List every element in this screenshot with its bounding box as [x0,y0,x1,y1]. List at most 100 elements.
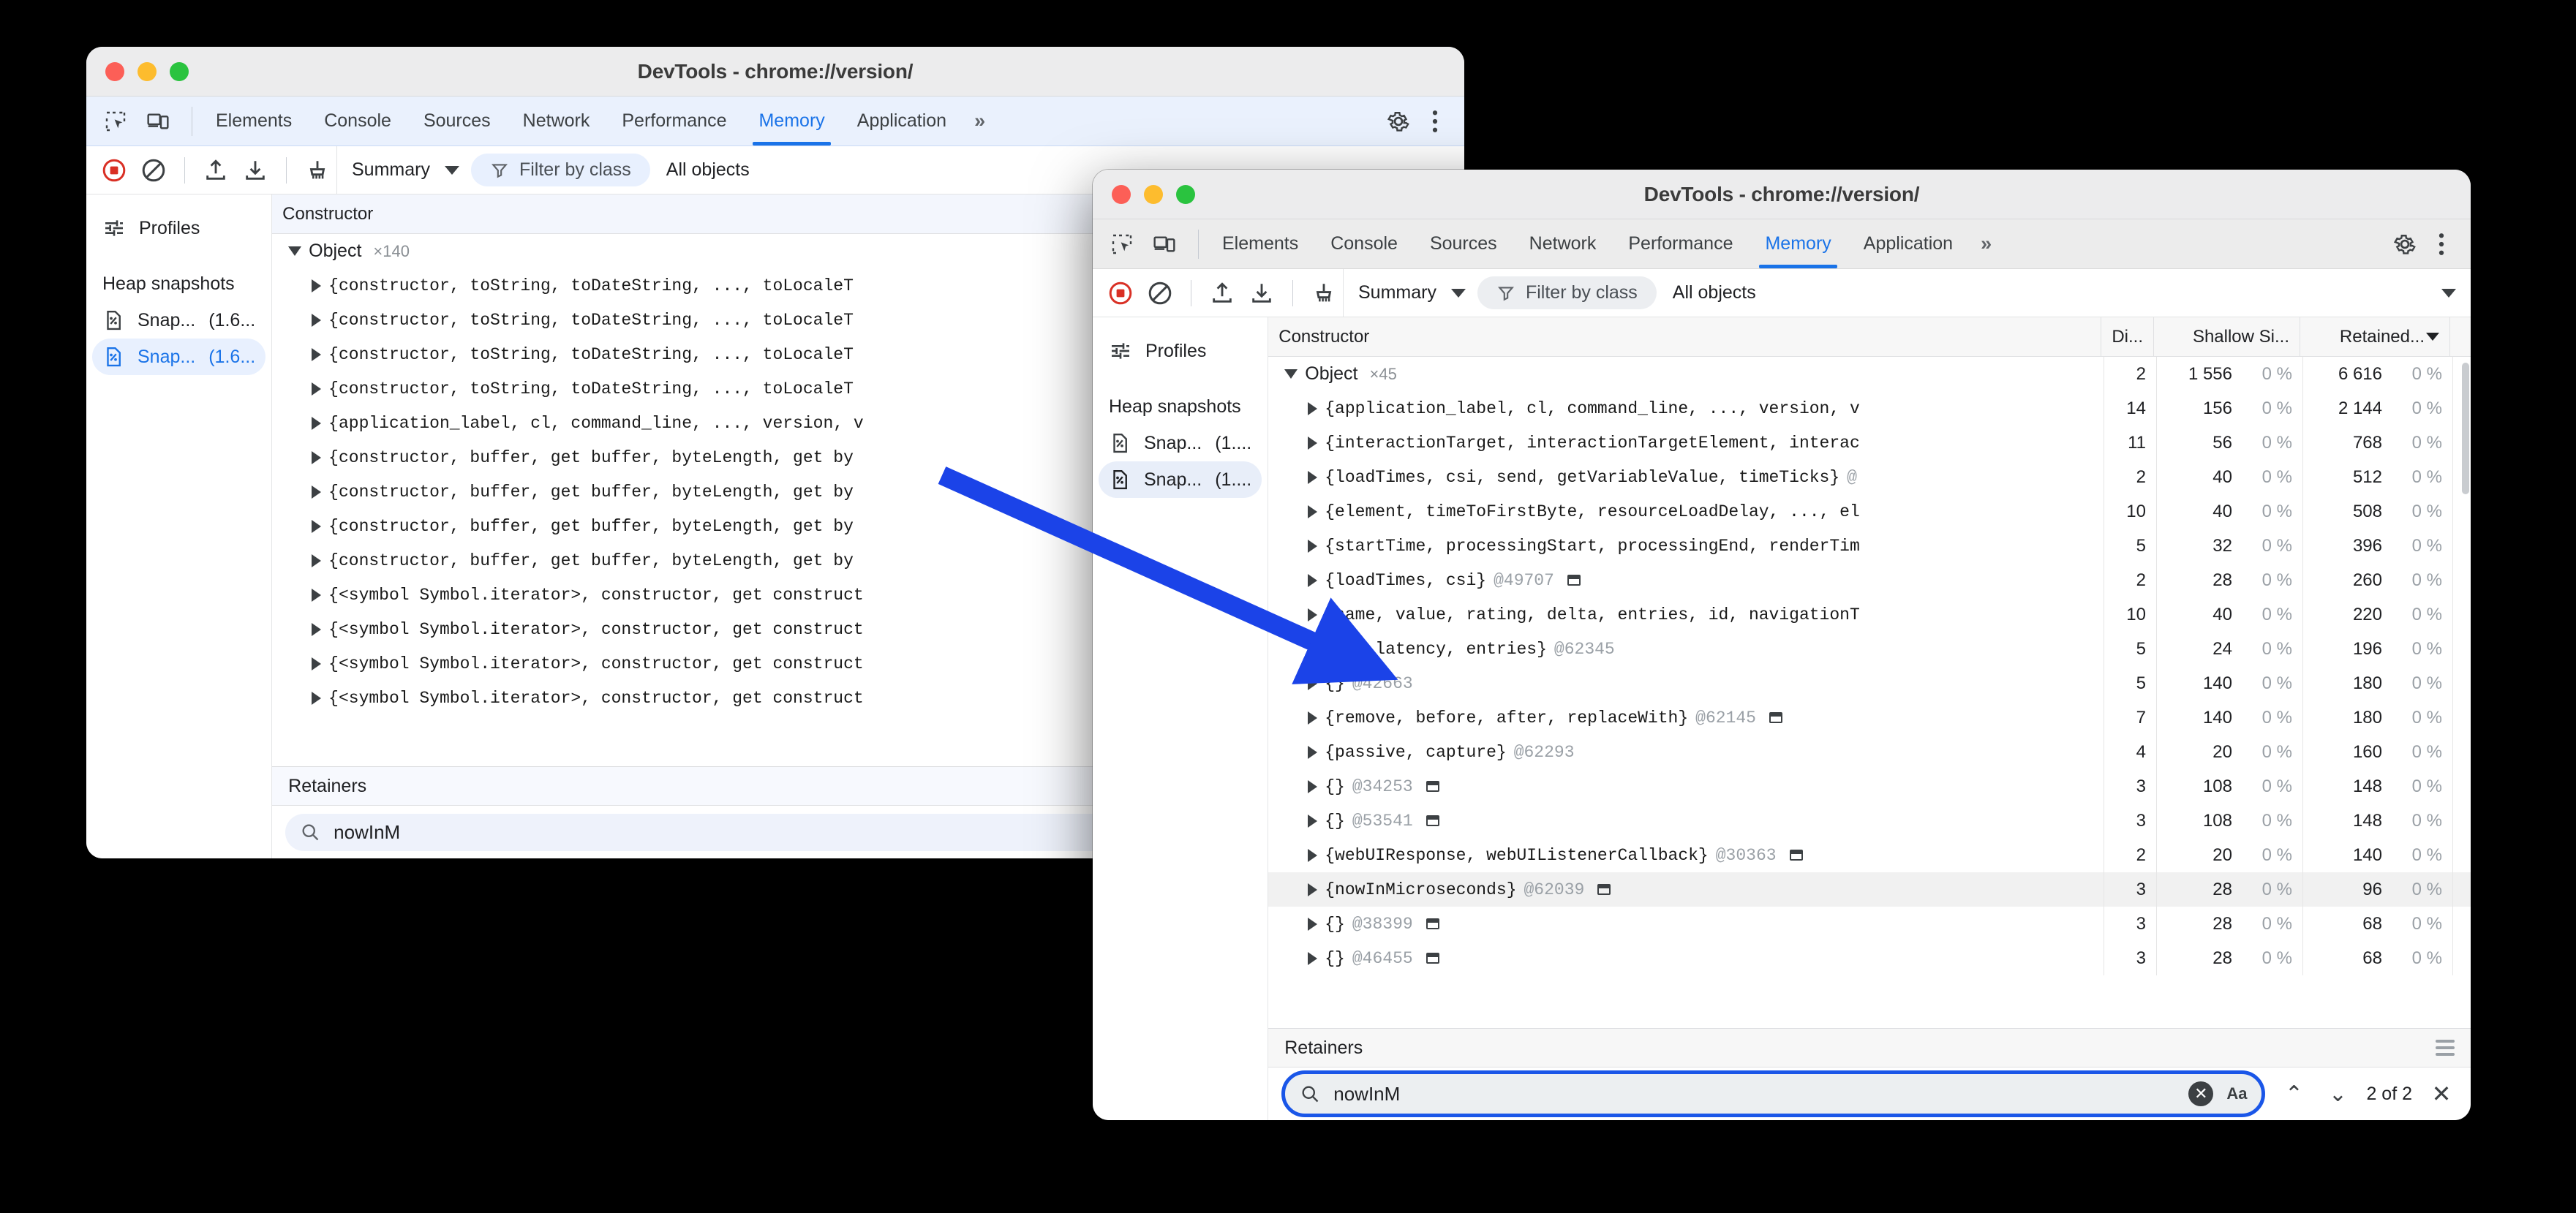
table-row[interactable]: {loadTimes, csi} @49707 2 28 0 % 260 0 % [1268,563,2471,597]
column-header-shallow-size[interactable]: Shallow Si... [2154,317,2300,356]
gear-icon[interactable] [1382,105,1415,137]
expand-triangle-icon[interactable] [312,416,322,430]
tabstrip-right-back[interactable] [1382,97,1464,146]
device-toolbar-icon[interactable] [142,105,174,137]
more-tabs-chevron-icon[interactable]: » [1969,219,2003,268]
expand-triangle-icon[interactable] [1308,951,1318,965]
expand-triangle-icon[interactable] [312,279,322,292]
table-row[interactable]: {loadTimes, csi, send, getVariableValue,… [1268,460,2471,494]
table-row[interactable]: {} @46455 3 28 0 % 68 0 % [1268,941,2471,975]
expand-triangle-icon[interactable] [312,450,322,464]
expand-triangle-icon[interactable] [1308,711,1318,725]
constructor-cell[interactable]: {passive, capture} @62293 [1268,735,2104,769]
memory-toolbar-icons-front[interactable] [1093,277,1340,309]
table-row[interactable]: {} @34253 3 108 0 % 148 0 % [1268,769,2471,804]
toolbar-right-front[interactable] [2441,288,2471,298]
tab-console[interactable]: Console [308,97,407,146]
tab-elements[interactable]: Elements [1206,219,1314,268]
constructor-cell[interactable]: {name, value, rating, delta, entries, id… [1268,597,2104,632]
table-row[interactable]: {name, value, rating, delta, entries, id… [1268,597,2471,632]
match-case-icon[interactable]: Aa [2226,1084,2247,1103]
toolbar-overflow-chevron-icon[interactable] [2441,288,2456,298]
window-titlebar-back[interactable]: DevTools - chrome://version/ [86,47,1464,97]
table-row[interactable]: Object ×45 2 1 556 0 % 6 616 0 % [1268,357,2471,391]
expand-triangle-icon[interactable] [1308,470,1318,484]
expand-triangle-icon[interactable] [1284,369,1298,379]
expand-triangle-icon[interactable] [1308,436,1318,450]
table-row[interactable]: {interactionTarget, interactionTargetEle… [1268,426,2471,460]
vertical-scrollbar[interactable] [2462,363,2469,494]
constructor-cell[interactable]: {id, latency, entries} @62345 [1268,632,2104,666]
table-row[interactable]: {} @53541 3 108 0 % 148 0 % [1268,804,2471,838]
tab-memory[interactable]: Memory [1749,219,1847,268]
constructor-cell[interactable]: {webUIResponse, webUIListenerCallback} @… [1268,838,2104,872]
column-header-constructor[interactable]: Constructor [1268,317,2101,356]
devtools-window-front[interactable]: DevTools - chrome://version/ Elements Co… [1093,170,2471,1120]
expand-triangle-icon[interactable] [312,657,322,670]
tabstrip-tool-icons-back[interactable] [86,97,200,146]
grid-header-front[interactable]: Constructor Di... Shallow Si... Retained… [1268,317,2471,357]
gear-icon[interactable] [2389,228,2421,260]
table-row[interactable]: {passive, capture} @62293 4 20 0 % 160 0 % [1268,735,2471,769]
expand-triangle-icon[interactable] [312,519,322,533]
constructor-cell[interactable]: {} @38399 [1268,907,2104,941]
sidebar-item-profiles[interactable]: Profiles [1099,332,1262,370]
view-select-back[interactable]: Summary [340,159,471,181]
constructor-cell[interactable]: {loadTimes, csi, send, getVariableValue,… [1268,460,2104,494]
expand-triangle-icon[interactable] [1308,917,1318,931]
more-options-icon[interactable] [2425,228,2458,260]
search-next-icon[interactable]: ⌄ [2322,1081,2353,1107]
objects-scope-select-back[interactable]: All objects [650,159,766,181]
table-row[interactable]: {element, timeToFirstByte, resourceLoadD… [1268,494,2471,529]
expand-triangle-icon[interactable] [312,313,322,327]
objects-scope-select-front[interactable]: All objects [1657,282,1772,303]
load-profile-icon[interactable] [200,154,232,186]
record-stop-icon[interactable] [98,154,130,186]
inspect-element-icon[interactable] [1106,228,1138,260]
expand-triangle-icon[interactable] [312,347,322,361]
expand-triangle-icon[interactable] [1308,608,1318,621]
profiles-sidebar-front[interactable]: Profiles Heap snapshots Snap... (1.... S… [1093,317,1269,1120]
constructor-cell[interactable]: {startTime, processingStart, processingE… [1268,529,2104,563]
expand-triangle-icon[interactable] [1308,779,1318,793]
view-select-front[interactable]: Summary [1347,282,1477,303]
constructor-cell[interactable]: {} @46455 [1268,941,2104,975]
table-row[interactable]: {id, latency, entries} @62345 5 24 0 % 196 0 … [1268,632,2471,666]
chevron-down-icon[interactable] [444,165,459,175]
constructor-cell[interactable]: {} @34253 [1268,769,2104,804]
tab-network[interactable]: Network [507,97,606,146]
expand-triangle-icon[interactable] [312,382,322,396]
snapshot-item-1[interactable]: Snap... (1.6... [92,302,265,339]
expand-triangle-icon[interactable] [1308,883,1318,896]
tabstrip-right-front[interactable] [2389,219,2471,268]
table-row[interactable]: {nowInMicroseconds} @62039 3 28 0 % 96 0 % [1268,872,2471,907]
sidebar-item-profiles[interactable]: Profiles [92,209,265,247]
column-header-distance[interactable]: Di... [2101,317,2154,356]
devtools-tabstrip-front[interactable]: Elements Console Sources Network Perform… [1093,219,2471,269]
collect-garbage-icon[interactable] [301,154,334,186]
snapshot-item-2[interactable]: Snap... (1.6... [92,339,266,375]
table-row[interactable]: {webUIResponse, webUIListenerCallback} @… [1268,838,2471,872]
retainers-menu-icon[interactable] [2436,1040,2455,1056]
clear-icon[interactable] [1144,277,1176,309]
tab-elements[interactable]: Elements [200,97,308,146]
table-row[interactable]: {startTime, processingStart, processingE… [1268,529,2471,563]
constructor-cell[interactable]: {interactionTarget, interactionTargetEle… [1268,426,2104,460]
expand-triangle-icon[interactable] [1308,814,1318,828]
devtools-tabs-back[interactable]: Elements Console Sources Network Perform… [200,97,997,146]
expand-triangle-icon[interactable] [312,485,322,499]
expand-triangle-icon[interactable] [312,553,322,567]
constructor-cell[interactable]: {nowInMicroseconds} @62039 [1268,872,2104,907]
tab-memory[interactable]: Memory [742,97,840,146]
record-stop-icon[interactable] [1104,277,1137,309]
tab-application[interactable]: Application [1848,219,1969,268]
devtools-tabs-front[interactable]: Elements Console Sources Network Perform… [1206,219,2003,268]
load-profile-icon[interactable] [1206,277,1238,309]
table-row[interactable]: {} @38399 3 28 0 % 68 0 % [1268,907,2471,941]
tab-console[interactable]: Console [1314,219,1414,268]
constructor-cell[interactable]: Object ×45 [1268,357,2104,391]
search-prev-icon[interactable]: ⌃ [2278,1081,2309,1107]
memory-toolbar-icons-back[interactable] [86,154,334,186]
close-search-icon[interactable]: ✕ [2425,1080,2458,1108]
filter-by-class-input-front[interactable]: Filter by class [1477,276,1657,309]
